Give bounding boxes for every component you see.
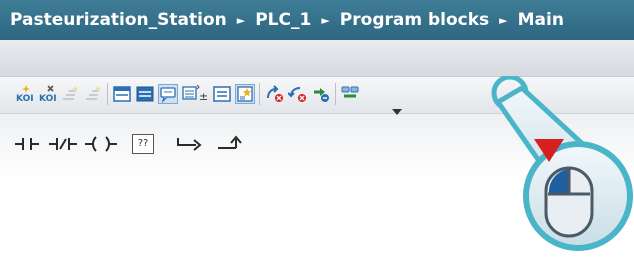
update-calls-icon[interactable]	[311, 84, 331, 104]
insert-row-icon[interactable]	[60, 84, 80, 104]
close-branch-icon[interactable]	[216, 134, 244, 154]
editor-header-strip	[0, 40, 634, 77]
coil-icon[interactable]	[84, 134, 118, 154]
append-row-icon[interactable]	[83, 84, 103, 104]
empty-box-icon[interactable]: ??	[132, 134, 154, 154]
go-to-next-error-icon[interactable]	[265, 84, 285, 104]
breadcrumb-block[interactable]: Main	[518, 10, 564, 30]
chevron-right-icon: ►	[499, 13, 508, 27]
expand-all-icon[interactable]	[135, 84, 155, 104]
insert-network-icon[interactable]: KOI	[14, 84, 34, 104]
go-to-previous-error-icon[interactable]	[287, 84, 308, 104]
breadcrumb-project[interactable]: Pasteurization_Station	[10, 10, 227, 30]
chevron-down-icon[interactable]	[392, 109, 402, 115]
open-branch-icon[interactable]	[176, 134, 204, 154]
delete-network-icon[interactable]: KOI	[37, 84, 57, 104]
favorites-icon[interactable]	[235, 84, 255, 104]
toolbar-separator	[335, 83, 336, 105]
breadcrumb: Pasteurization_Station ► PLC_1 ► Program…	[0, 0, 634, 40]
svg-text:KOI: KOI	[16, 94, 34, 104]
monitoring-icon[interactable]	[340, 84, 360, 104]
absolute-symbolic-icon[interactable]: ±	[181, 84, 209, 104]
comments-icon[interactable]	[158, 84, 178, 104]
toolbar-separator	[107, 83, 108, 105]
toolbar-separator	[259, 83, 260, 105]
mouse-click-callout	[491, 76, 633, 251]
collapse-all-icon[interactable]	[112, 84, 132, 104]
networks-list-icon[interactable]	[212, 84, 232, 104]
svg-text:KOI: KOI	[39, 94, 57, 104]
chevron-right-icon: ►	[321, 13, 330, 27]
mouse-icon	[544, 166, 594, 238]
breadcrumb-device[interactable]: PLC_1	[255, 10, 311, 30]
breadcrumb-folder[interactable]: Program blocks	[340, 10, 489, 30]
normally-open-contact-icon[interactable]	[14, 134, 40, 154]
normally-closed-contact-icon[interactable]	[48, 134, 78, 154]
svg-text:±: ±	[199, 90, 208, 103]
chevron-right-icon: ►	[236, 13, 246, 27]
